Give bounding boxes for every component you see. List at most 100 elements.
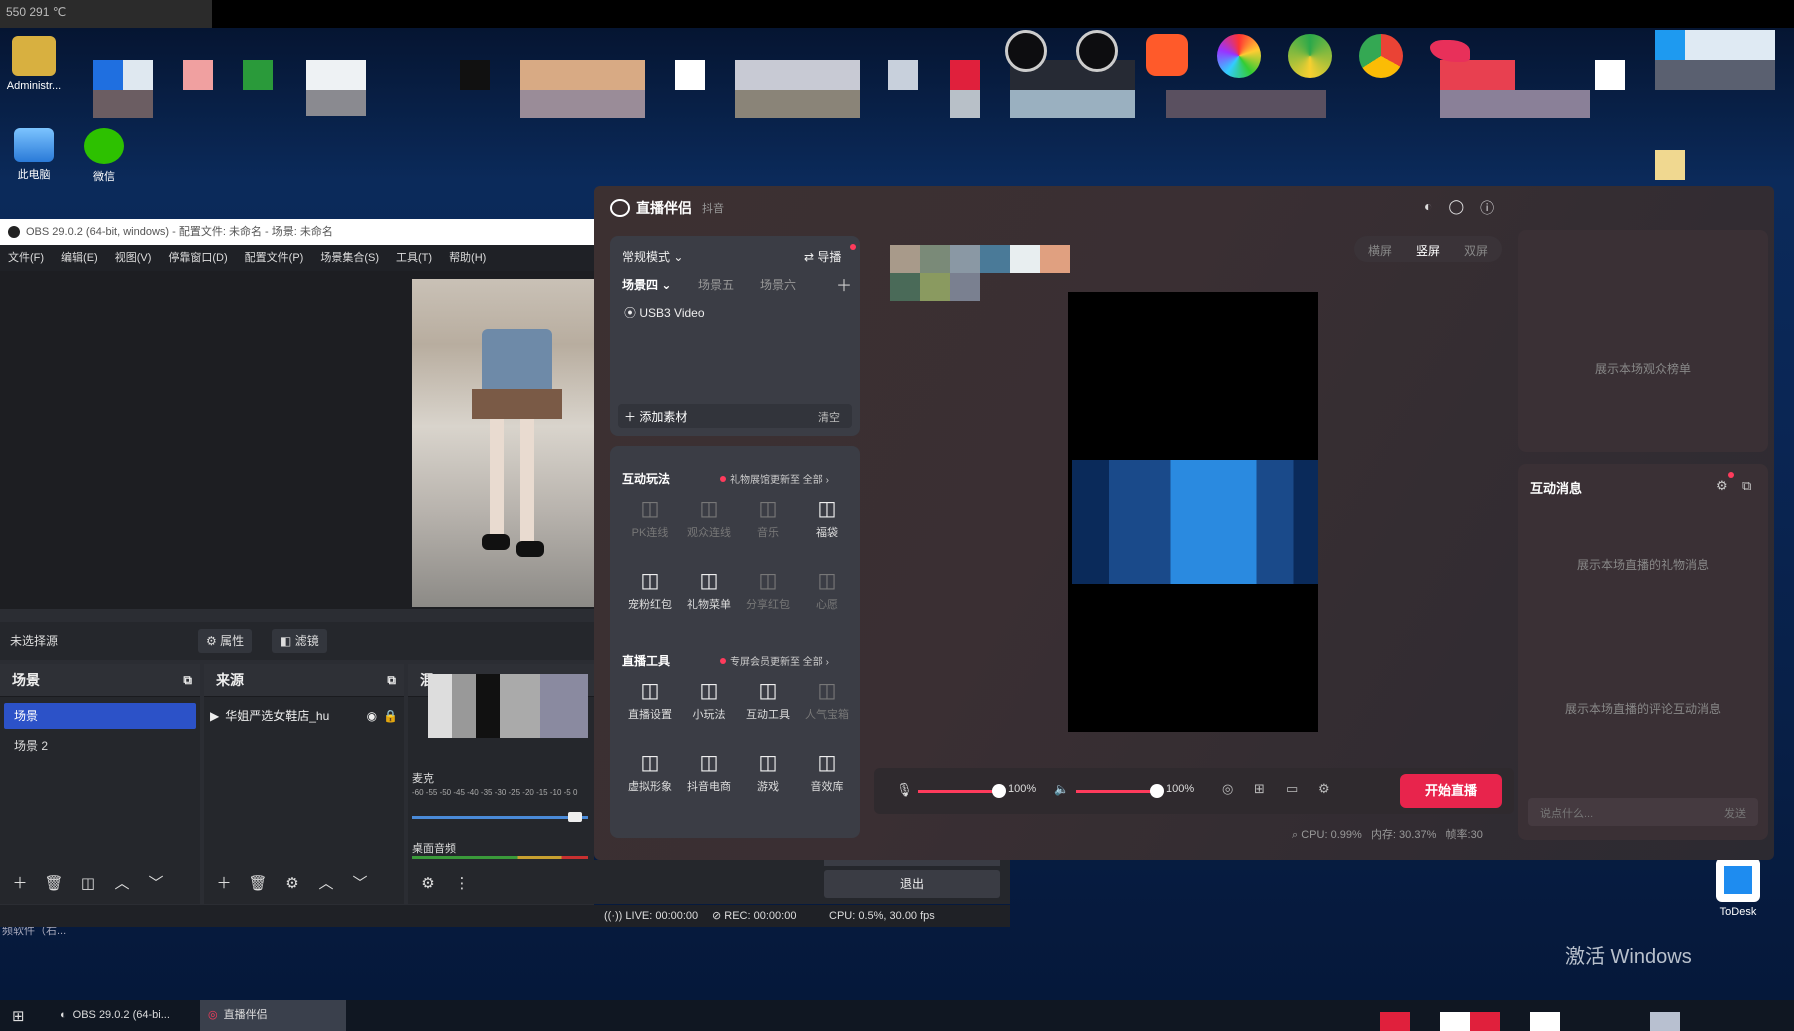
tool-avatar[interactable]: ◫ 虚拟形象 bbox=[620, 750, 680, 794]
tool-audience-link[interactable]: ◫ 观众连线 bbox=[679, 496, 739, 540]
mic-slider-handle[interactable] bbox=[992, 784, 1006, 798]
scene-tab[interactable]: 场景五 bbox=[698, 276, 734, 293]
tool-wish[interactable]: ◫ 心愿 bbox=[797, 568, 857, 612]
orientation-switch: 横屏 竖屏 双屏 bbox=[1354, 236, 1502, 262]
menu-edit[interactable]: 编辑(E) bbox=[61, 245, 98, 271]
add-source-button[interactable]: ＋ bbox=[214, 874, 234, 894]
tool-music[interactable]: ◫ 音乐 bbox=[738, 496, 798, 540]
mirror-icon[interactable]: ⊞ bbox=[1254, 781, 1265, 797]
live-preview[interactable] bbox=[1068, 292, 1318, 732]
tool-live-settings[interactable]: ◫ 直播设置 bbox=[620, 678, 680, 722]
speaker-slider-handle[interactable] bbox=[1150, 784, 1164, 798]
menu-tools[interactable]: 工具(T) bbox=[396, 245, 432, 271]
taskbar-item-companion[interactable]: ◎ 直播伴侣 bbox=[200, 1000, 346, 1031]
orientation-portrait[interactable]: 竖屏 bbox=[1416, 242, 1440, 259]
settings-icon[interactable]: ⚙ bbox=[1716, 478, 1728, 494]
eye-icon[interactable]: ◉ bbox=[367, 705, 377, 727]
add-material-button[interactable]: ＋ 添加素材 bbox=[624, 408, 687, 425]
undock-icon[interactable]: ⧉ bbox=[183, 664, 192, 696]
desktop-icon-computer[interactable]: 此电脑 bbox=[0, 128, 74, 182]
camera-icon[interactable]: ▭ bbox=[1286, 781, 1298, 797]
menu-help[interactable]: 帮助(H) bbox=[449, 245, 486, 271]
taskbar-item-obs[interactable]: ◐ OBS 29.0.2 (64-bi... bbox=[52, 1000, 178, 1031]
help-icon[interactable]: ⓘ bbox=[1480, 198, 1494, 218]
remove-source-button[interactable]: 🗑 bbox=[248, 874, 268, 894]
scene-filters-button[interactable]: ◫ bbox=[78, 874, 98, 894]
desktop-icon-todesk[interactable]: ToDesk bbox=[1698, 858, 1778, 918]
move-up-button[interactable]: ︿ bbox=[316, 874, 336, 894]
tool-game[interactable]: ◫ 游戏 bbox=[738, 750, 798, 794]
app-icon-1[interactable] bbox=[1005, 30, 1047, 72]
source-item[interactable]: ▶ 华姐严选女鞋店_hu ◉ 🔒 bbox=[210, 705, 398, 727]
menu-file[interactable]: 文件(F) bbox=[8, 245, 44, 271]
interactive-notice[interactable]: 礼物展馆更新至 全部 › bbox=[730, 471, 829, 486]
move-up-button[interactable]: ︿ bbox=[112, 874, 132, 894]
beauty-icon[interactable]: ◎ bbox=[1222, 781, 1233, 797]
comment-input[interactable]: 说点什么... 发送 bbox=[1528, 798, 1758, 826]
mic-volume-slider[interactable] bbox=[412, 816, 588, 819]
tool-lucky-bag[interactable]: ◫ 福袋 bbox=[797, 496, 857, 540]
headset-icon[interactable]: ◐ bbox=[1424, 198, 1432, 218]
orientation-dual[interactable]: 双屏 bbox=[1464, 242, 1488, 259]
tool-gift-menu[interactable]: ◫ 礼物菜单 bbox=[679, 568, 739, 612]
tool-popularity-box[interactable]: ◫ 人气宝箱 bbox=[797, 678, 857, 722]
tool-interactive-tool[interactable]: ◫ 互动工具 bbox=[738, 678, 798, 722]
scene-tab[interactable]: 场景六 bbox=[760, 276, 796, 293]
undock-icon[interactable]: ⧉ bbox=[387, 664, 396, 696]
live-tools-notice[interactable]: 专屏会员更新至 全部 › bbox=[730, 653, 829, 668]
chat-icon[interactable]: ◯ bbox=[1448, 198, 1464, 218]
mic-slider-handle[interactable] bbox=[568, 812, 582, 822]
scene-item[interactable]: 场景 2 bbox=[4, 733, 196, 759]
chrome-icon[interactable] bbox=[1359, 34, 1403, 78]
tools-card: 互动玩法 礼物展馆更新至 全部 › ◫ PK连线 ◫ 观众连线 ◫ 音乐 ◫ 福袋 ◫ 宠粉红包 ◫… bbox=[610, 446, 860, 838]
start-live-button[interactable]: 开始直播 bbox=[1400, 774, 1502, 808]
mixer-settings-icon[interactable]: ⚙ bbox=[418, 874, 438, 894]
tool-sound-library[interactable]: ◫ 音效库 bbox=[797, 750, 857, 794]
more-icon[interactable]: ⋮ bbox=[452, 874, 472, 894]
lock-icon[interactable]: 🔒 bbox=[383, 705, 398, 727]
menu-docks[interactable]: 停靠窗口(D) bbox=[168, 245, 227, 271]
mic-volume-slider[interactable] bbox=[918, 790, 998, 793]
settings-icon[interactable]: ⚙ bbox=[1318, 781, 1330, 797]
popout-icon[interactable]: ⧉ bbox=[1742, 478, 1751, 494]
tool-mini-game[interactable]: ◫ 小玩法 bbox=[679, 678, 739, 722]
app-icon-2[interactable] bbox=[1076, 30, 1118, 72]
director-button[interactable]: ⇄ 导播 bbox=[804, 248, 841, 265]
clear-button[interactable]: 清空 bbox=[818, 409, 840, 425]
source-properties-button[interactable]: ⚙ bbox=[282, 874, 302, 894]
menu-profile[interactable]: 配置文件(P) bbox=[245, 245, 304, 271]
send-button[interactable]: 发送 bbox=[1724, 805, 1746, 821]
exit-button[interactable]: 退出 bbox=[824, 870, 1000, 898]
play-icon[interactable]: ▶ bbox=[210, 705, 219, 727]
scene-tab-active[interactable]: 场景四 ⌄ bbox=[622, 276, 671, 293]
microphone-icon[interactable]: 🎙 bbox=[896, 782, 913, 798]
filters-button[interactable]: ◧ 滤镜 bbox=[272, 629, 327, 653]
desktop-icon-admin[interactable]: Administr... bbox=[0, 36, 74, 92]
menu-scene-collection[interactable]: 场景集合(S) bbox=[320, 245, 379, 271]
add-scene-icon[interactable]: ＋ bbox=[836, 272, 852, 296]
move-down-button[interactable]: ﹀ bbox=[350, 874, 370, 894]
settings-button-edge[interactable] bbox=[824, 860, 1000, 866]
menu-view[interactable]: 视图(V) bbox=[115, 245, 152, 271]
speaker-volume-slider[interactable] bbox=[1076, 790, 1156, 793]
windows-start-icon[interactable]: ⊞ bbox=[12, 1007, 25, 1025]
source-item[interactable]: ⦿ USB3 Video bbox=[624, 304, 705, 321]
tool-pk[interactable]: ◫ PK连线 bbox=[620, 496, 680, 540]
orientation-landscape[interactable]: 横屏 bbox=[1368, 242, 1392, 259]
properties-button[interactable]: ⚙ 属性 bbox=[198, 629, 253, 653]
add-scene-button[interactable]: ＋ bbox=[10, 874, 30, 894]
computer-icon bbox=[14, 128, 54, 162]
speaker-icon[interactable]: 🔈 bbox=[1054, 782, 1069, 796]
mode-dropdown[interactable]: 常规模式 ⌄ bbox=[622, 248, 683, 265]
color-app-icon[interactable] bbox=[1217, 34, 1261, 78]
remove-scene-button[interactable]: 🗑 bbox=[44, 874, 64, 894]
scene-item-selected[interactable]: 场景 bbox=[4, 703, 196, 729]
tool-ecommerce[interactable]: ◫ 抖音电商 bbox=[679, 750, 739, 794]
desktop-icon-wechat[interactable]: 微信 bbox=[64, 128, 144, 184]
app-icon-3[interactable] bbox=[1288, 34, 1332, 78]
game-app-icon[interactable] bbox=[1146, 34, 1188, 76]
tool-share-packet[interactable]: ◫ 分享红包 bbox=[738, 568, 798, 612]
windows-activation-watermark: 激活 Windows bbox=[1565, 946, 1692, 968]
move-down-button[interactable]: ﹀ bbox=[146, 874, 166, 894]
tool-red-packet[interactable]: ◫ 宠粉红包 bbox=[620, 568, 680, 612]
